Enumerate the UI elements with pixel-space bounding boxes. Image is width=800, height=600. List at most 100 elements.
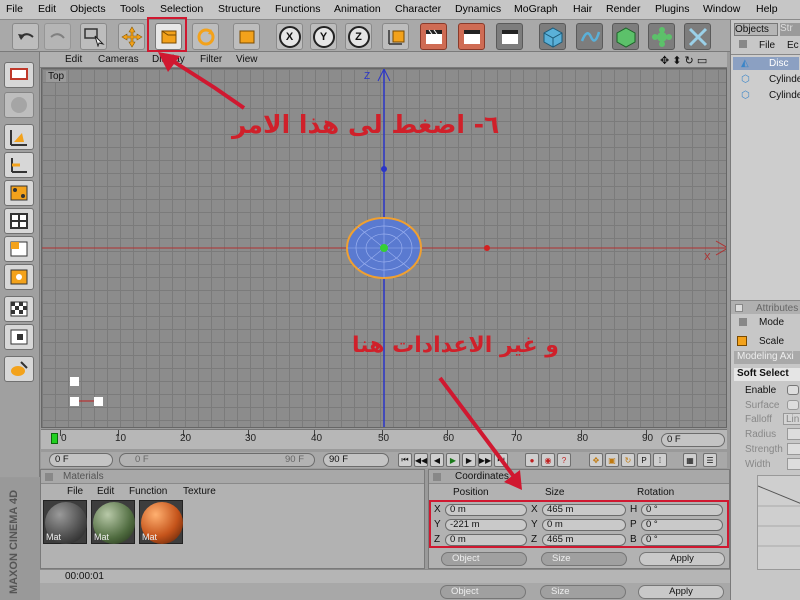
menu-edit[interactable]: Edit [38,3,56,15]
checker-mode-button[interactable] [4,296,34,322]
menu-file[interactable]: File [6,3,23,15]
viewport-menu-cameras[interactable]: Cameras [98,54,139,65]
position-key-button[interactable]: ✥ [589,453,603,467]
rotation-key-button[interactable]: ↻ [621,453,635,467]
x-axis-lock-button[interactable]: X [276,23,303,50]
scale-tool-button[interactable] [155,23,182,50]
primitive-cube-button[interactable] [539,23,566,50]
viewport-menu-display[interactable]: Display [152,54,185,65]
materials-menu-function[interactable]: Function [129,486,167,497]
materials-menu-texture[interactable]: Texture [183,486,216,497]
previous-frame-button[interactable]: ◀ [430,453,444,467]
y-axis-lock-button[interactable]: Y [310,23,337,50]
material-swatch-3[interactable]: Mat [139,500,183,544]
frame-range-slider[interactable]: 0 F 90 F [119,453,315,467]
rotation-b-field[interactable]: 0 ° [641,534,723,546]
size-x-field[interactable]: 465 m [542,504,626,516]
menu-selection[interactable]: Selection [160,3,203,15]
next-frame-button[interactable]: ▶ [462,453,476,467]
menu-hair[interactable]: Hair [573,3,592,15]
scale-key-button[interactable]: ▣ [605,453,619,467]
polygons-mode-button[interactable] [4,236,34,262]
next-key-button[interactable]: ▶▶ [478,453,492,467]
coordinate-mode-dropdown[interactable]: Object [441,552,527,566]
tab-soft-selection[interactable]: Soft Select [734,368,800,381]
deformer-button[interactable] [684,23,711,50]
object-item-cylinder[interactable]: ⬡ Cylinde [733,89,800,102]
render-settings-button[interactable] [496,23,523,50]
falloff-graph[interactable] [757,475,800,570]
parameter-key-button[interactable]: P [637,453,651,467]
points-mode-button[interactable] [4,180,34,206]
objects-menu-file[interactable]: File [759,40,775,51]
timeline-playhead[interactable] [51,433,58,444]
use-axis-tool-button[interactable] [4,152,34,178]
radius-field[interactable] [787,428,800,440]
play-button[interactable]: ▶ [446,453,460,467]
menu-plugins[interactable]: Plugins [655,3,689,15]
position-z-field[interactable]: 0 m [445,534,527,546]
viewport-menu-edit[interactable]: Edit [65,54,82,65]
nurbs-button[interactable] [612,23,639,50]
autokey-button[interactable]: ◉ [541,453,555,467]
go-to-start-button[interactable]: ⏮ [398,453,412,467]
apply-button[interactable]: Apply [639,552,725,566]
coordinate-system-button[interactable] [382,23,409,50]
object-item-cylinder[interactable]: ⬡ Cylinde [733,73,800,86]
model-mode-button[interactable] [233,23,260,50]
size-y-field[interactable]: 0 m [542,519,626,531]
position-x-field[interactable]: 0 m [445,504,527,516]
size-mode-dropdown[interactable]: Size [541,552,627,566]
array-button[interactable] [648,23,675,50]
menu-objects[interactable]: Objects [70,3,106,15]
width-field[interactable] [787,458,800,470]
use-texture-tool-button[interactable] [4,124,34,150]
redo-button[interactable] [44,23,71,50]
tab-modeling-axis[interactable]: Modeling Axi [734,351,800,364]
size-z-field[interactable]: 465 m [542,534,626,546]
objects-menu-edit[interactable]: Ec [787,40,799,51]
menu-window[interactable]: Window [703,3,740,15]
tab-objects[interactable]: Objects [734,23,778,36]
render-picture-viewer-button[interactable] [458,23,485,50]
move-tool-button[interactable] [118,23,145,50]
start-frame-field[interactable]: 0 F [49,453,113,467]
use-model-tool-button[interactable] [4,62,34,88]
rotation-h-field[interactable]: 0 ° [641,504,723,516]
material-swatch-2[interactable]: Mat [91,500,135,544]
texture-mode-button[interactable] [4,264,34,290]
record-button[interactable]: ● [525,453,539,467]
menu-help[interactable]: Help [756,3,778,15]
menu-animation[interactable]: Animation [334,3,381,15]
menu-character[interactable]: Character [395,3,441,15]
materials-menu-edit[interactable]: Edit [97,486,114,497]
position-y-field[interactable]: -221 m [445,519,527,531]
size-mode-dropdown-2[interactable]: Size [540,585,626,599]
viewport-menu-view[interactable]: View [236,54,258,65]
end-frame-field[interactable]: 90 F [323,453,389,467]
spline-pen-button[interactable] [576,23,603,50]
menu-mograph[interactable]: MoGraph [514,3,558,15]
menu-tools[interactable]: Tools [120,3,145,15]
timeline-ruler[interactable]: 0 10 20 30 40 50 60 70 80 90 0 F [41,429,727,449]
surface-checkbox[interactable] [787,400,799,410]
edges-mode-button[interactable] [4,208,34,234]
sculpt-button[interactable] [4,356,34,382]
render-view-button[interactable] [420,23,447,50]
rotate-tool-button[interactable] [192,23,219,50]
keyframe-selection-button[interactable]: ? [557,453,571,467]
point-level-key-button[interactable]: ⁞ [653,453,667,467]
menu-render[interactable]: Render [606,3,640,15]
menu-dynamics[interactable]: Dynamics [455,3,501,15]
previous-key-button[interactable]: ◀◀ [414,453,428,467]
current-frame-field[interactable]: 0 F [661,433,725,447]
menu-functions[interactable]: Functions [275,3,321,15]
live-selection-button[interactable] [80,23,107,50]
object-item-disc[interactable]: ◭ Disc [733,57,799,70]
undo-button[interactable] [12,23,39,50]
tab-structure[interactable]: Str [780,23,800,36]
menu-structure[interactable]: Structure [218,3,261,15]
timeline-layout-button[interactable]: ▦ [683,453,697,467]
apply-button-2[interactable]: Apply [638,585,724,599]
use-object-tool-button[interactable] [4,92,34,118]
